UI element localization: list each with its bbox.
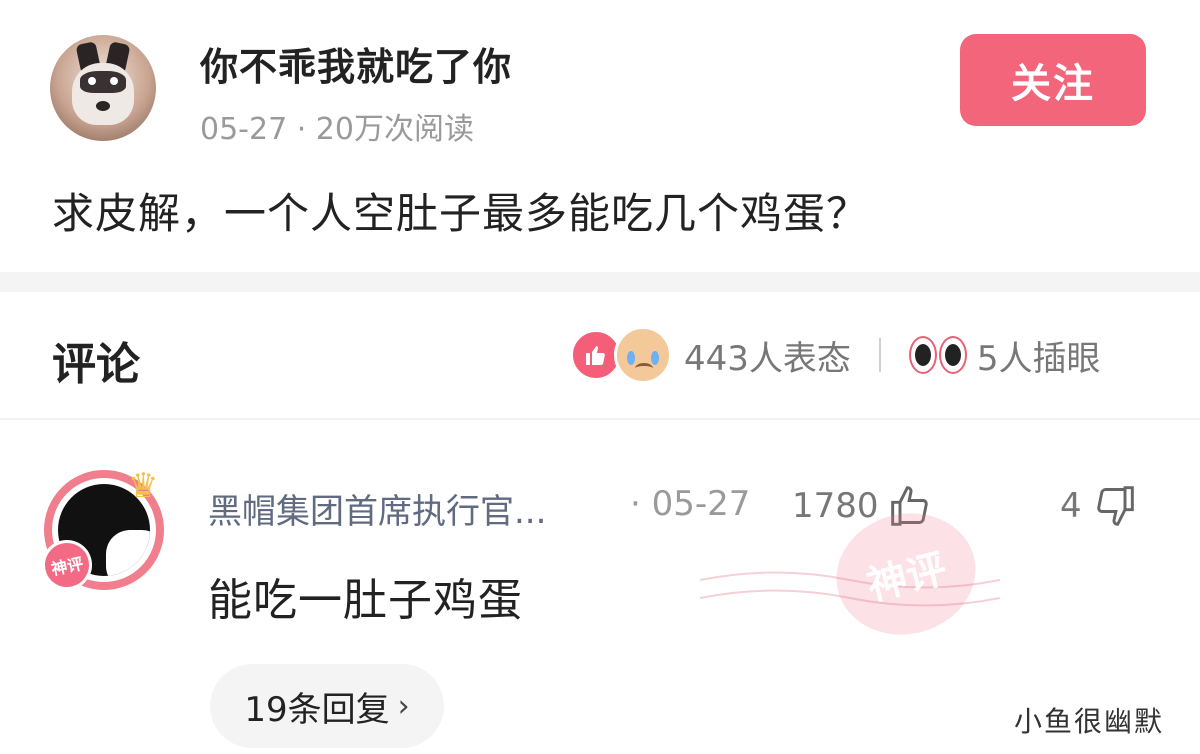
eye-right [938,336,967,374]
reactions-count: 443人表态 [684,338,851,379]
avatar-mask [80,71,126,93]
reactions-bar[interactable]: 443人表态 5人插眼 [570,326,1101,384]
comments-title: 评论 [52,339,140,390]
crown-icon: ♛ [128,466,159,506]
comment-like-count: 1780 [792,486,879,526]
reactions-separator [878,338,881,372]
mouth [635,363,653,374]
commenter-avatar[interactable]: ♛ 神评 [37,466,164,595]
eye-left [908,336,937,374]
avatar-eye [88,77,96,85]
comments-divider [0,418,1200,420]
commenter-name[interactable]: 黑帽集团首席执行官... [208,484,546,533]
view-replies-button[interactable]: 19条回复 › [210,664,444,748]
comment-text: 能吃一肚子鸡蛋 [208,575,523,626]
chevron-right-icon: › [397,688,410,724]
eyes-icon [908,336,969,374]
replies-label: 19条回复 [244,689,390,730]
crying-face-icon [614,326,672,384]
avatar-eye [110,77,118,85]
comments-header: 评论 443人表态 5人插眼 [0,292,1200,418]
tear [651,351,659,365]
poster-avatar[interactable] [50,35,156,141]
post-question: 求皮解，一个人空肚子最多能吃几个鸡蛋？ [52,189,870,238]
watermark: 小鱼很幽默 [1014,705,1165,738]
post-meta: 05-27 · 20万次阅读 [200,112,474,147]
thumbs-up-icon [586,346,605,365]
post-card: 你不乖我就吃了你 05-27 · 20万次阅读 关注 求皮解，一个人空肚子最多能… [0,0,1200,272]
follow-button[interactable]: 关注 [960,34,1146,126]
eye-count: 5人插眼 [976,338,1101,379]
comment-dislike-button[interactable]: 4 [1060,484,1136,528]
comment-dislike-count: 4 [1060,486,1082,526]
tear [627,351,635,365]
thumbs-down-icon [1096,486,1134,526]
section-divider [0,272,1200,292]
comment-date: · 05-27 [630,484,751,524]
avatar-nose [96,101,110,111]
poster-username[interactable]: 你不乖我就吃了你 [200,36,512,91]
